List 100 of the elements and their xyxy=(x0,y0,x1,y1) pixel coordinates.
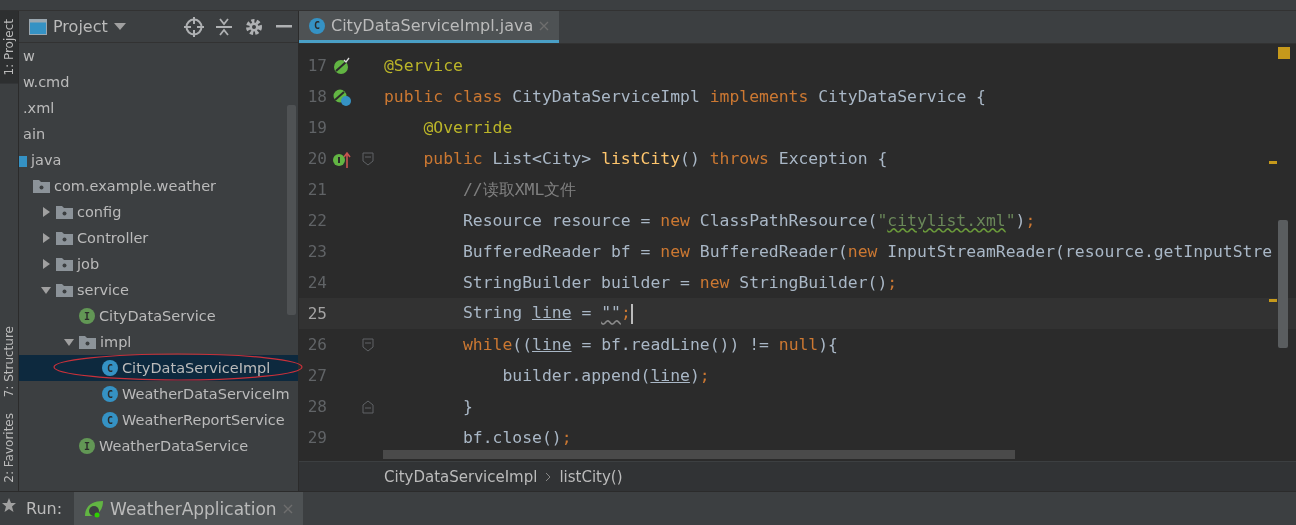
tree-item[interactable]: C CityDataServiceImpl xyxy=(19,355,298,381)
tree-item-label: w.cmd xyxy=(23,74,70,90)
editor-tab[interactable]: C CityDataServiceImpl.java xyxy=(299,11,560,43)
tree-item-label: job xyxy=(77,256,100,272)
line-number: 24 xyxy=(306,273,327,292)
tree-item-label: service xyxy=(77,282,129,298)
tree-item-label: config xyxy=(77,204,122,220)
code-line: public class CityDataServiceImpl implements CityDataService { xyxy=(384,87,986,106)
folder-icon xyxy=(56,231,73,245)
line-number: 29 xyxy=(306,428,327,447)
line-number: 19 xyxy=(306,118,327,137)
fold-marker-icon[interactable] xyxy=(362,337,374,352)
line-number: 26 xyxy=(306,335,327,354)
line-number: 21 xyxy=(306,180,327,199)
collapsed-arrow-icon[interactable] xyxy=(40,206,52,218)
tree-item[interactable]: service xyxy=(19,277,298,303)
expanded-arrow-icon[interactable] xyxy=(40,284,52,296)
tree-item-label: w xyxy=(23,48,35,64)
code-line: while((line = bf.readLine()) != null){ xyxy=(461,335,838,354)
star-icon xyxy=(1,497,17,513)
folder-icon xyxy=(56,257,73,271)
tree-item-label: java xyxy=(31,152,62,168)
target-icon[interactable] xyxy=(184,16,204,37)
tree-item[interactable]: I WeatherDataService xyxy=(19,433,298,459)
tree-item[interactable]: .xml xyxy=(19,95,298,121)
tree-item[interactable]: w xyxy=(19,43,298,69)
collapsed-arrow-icon[interactable] xyxy=(40,232,52,244)
tool-window-tab[interactable]: 1: Project xyxy=(0,11,18,84)
implements-icon[interactable] xyxy=(333,149,351,168)
settings-icon[interactable] xyxy=(244,16,264,37)
tree-item-label: WeatherDataServiceIm xyxy=(122,386,290,402)
leaf-icon[interactable] xyxy=(333,56,351,75)
tree-item[interactable]: I CityDataService xyxy=(19,303,298,329)
code-line: public List<City> listCity() throws Exception { xyxy=(422,149,888,168)
breadcrumb[interactable]: CityDataServiceImpl xyxy=(384,467,538,486)
scrollbar[interactable] xyxy=(383,450,1015,459)
tree-item[interactable]: Controller xyxy=(19,225,298,251)
tree-item[interactable]: C WeatherReportService xyxy=(19,407,298,433)
tree-item-label: WeatherDataService xyxy=(99,438,249,454)
tree-item-label: .xml xyxy=(23,100,55,116)
fold-marker-icon[interactable] xyxy=(362,151,374,166)
code-line: bf.close(); xyxy=(461,428,572,447)
line-number: 28 xyxy=(306,397,327,416)
line-number: 22 xyxy=(306,211,327,230)
tree-item[interactable]: impl xyxy=(19,329,298,355)
line-number: 18 xyxy=(306,87,327,106)
leaf-icon[interactable] xyxy=(333,87,351,106)
tree-item-label: Controller xyxy=(77,230,149,246)
tool-window-tab[interactable]: 2: Favorites xyxy=(0,405,18,491)
tree-item[interactable]: C WeatherDataServiceIm xyxy=(19,381,298,407)
breadcrumb[interactable]: listCity() xyxy=(559,467,623,486)
tree-item[interactable]: config xyxy=(19,199,298,225)
run-label: Run: xyxy=(26,499,63,518)
code-line: //读取XML文件 xyxy=(461,178,577,201)
code-line: String line = ""; xyxy=(461,303,633,324)
code-line: Resource resource = new ClassPathResource("citylist.xml"); xyxy=(461,211,1036,230)
tree-item[interactable]: job xyxy=(19,251,298,277)
tree-item[interactable]: ain xyxy=(19,121,298,147)
code-line: @Service xyxy=(384,56,463,75)
class-icon: I xyxy=(79,438,95,454)
class-icon: C xyxy=(102,412,118,428)
code-line: } xyxy=(461,397,473,416)
collapse-icon[interactable] xyxy=(216,17,232,36)
class-icon: C xyxy=(309,17,325,34)
tree-item-label: impl xyxy=(100,334,132,350)
line-number: 25 xyxy=(306,304,327,323)
code-line: @Override xyxy=(422,118,513,137)
warning-marker[interactable] xyxy=(1278,47,1290,59)
warning-marker[interactable] xyxy=(1269,161,1277,164)
panel-title: Project xyxy=(53,17,108,36)
tab-label: CityDataServiceImpl.java xyxy=(331,16,534,35)
line-number: 23 xyxy=(306,242,327,261)
line-number: 20 xyxy=(306,149,327,168)
tree-item[interactable]: com.example.weather xyxy=(19,173,298,199)
folder-icon xyxy=(56,283,73,297)
run-tab[interactable]: WeatherApplication xyxy=(74,492,303,525)
minimize-icon[interactable] xyxy=(276,24,292,29)
tab-label: WeatherApplication xyxy=(110,498,277,519)
warning-marker[interactable] xyxy=(1269,299,1277,302)
class-icon: C xyxy=(102,360,118,376)
expanded-arrow-icon[interactable] xyxy=(63,336,75,348)
tree-item[interactable]: w.cmd xyxy=(19,69,298,95)
folder-icon xyxy=(56,205,73,219)
tree-item[interactable]: java xyxy=(19,147,298,173)
tree-item-label: WeatherReportService xyxy=(122,412,285,428)
folder-icon xyxy=(79,335,96,349)
code-line: BufferedReader bf = new BufferedReader(new InputStreamReader(resource.getInputStre xyxy=(461,242,1273,261)
line-number: 27 xyxy=(306,366,327,385)
collapsed-arrow-icon[interactable] xyxy=(40,258,52,270)
folder-icon xyxy=(33,179,50,193)
fold-marker-icon[interactable] xyxy=(362,399,374,414)
tree-item-label: CityDataService xyxy=(99,308,216,324)
caret-icon[interactable] xyxy=(113,22,126,31)
chevron-icon xyxy=(545,471,552,482)
leaf-icon xyxy=(84,499,105,518)
scrollbar[interactable] xyxy=(1278,220,1288,348)
code-line: builder.append(line); xyxy=(501,366,710,385)
code-line: StringBuilder builder = new StringBuilder(); xyxy=(461,273,898,292)
tool-window-tab[interactable]: 7: Structure xyxy=(0,317,18,406)
class-icon: C xyxy=(102,386,118,402)
